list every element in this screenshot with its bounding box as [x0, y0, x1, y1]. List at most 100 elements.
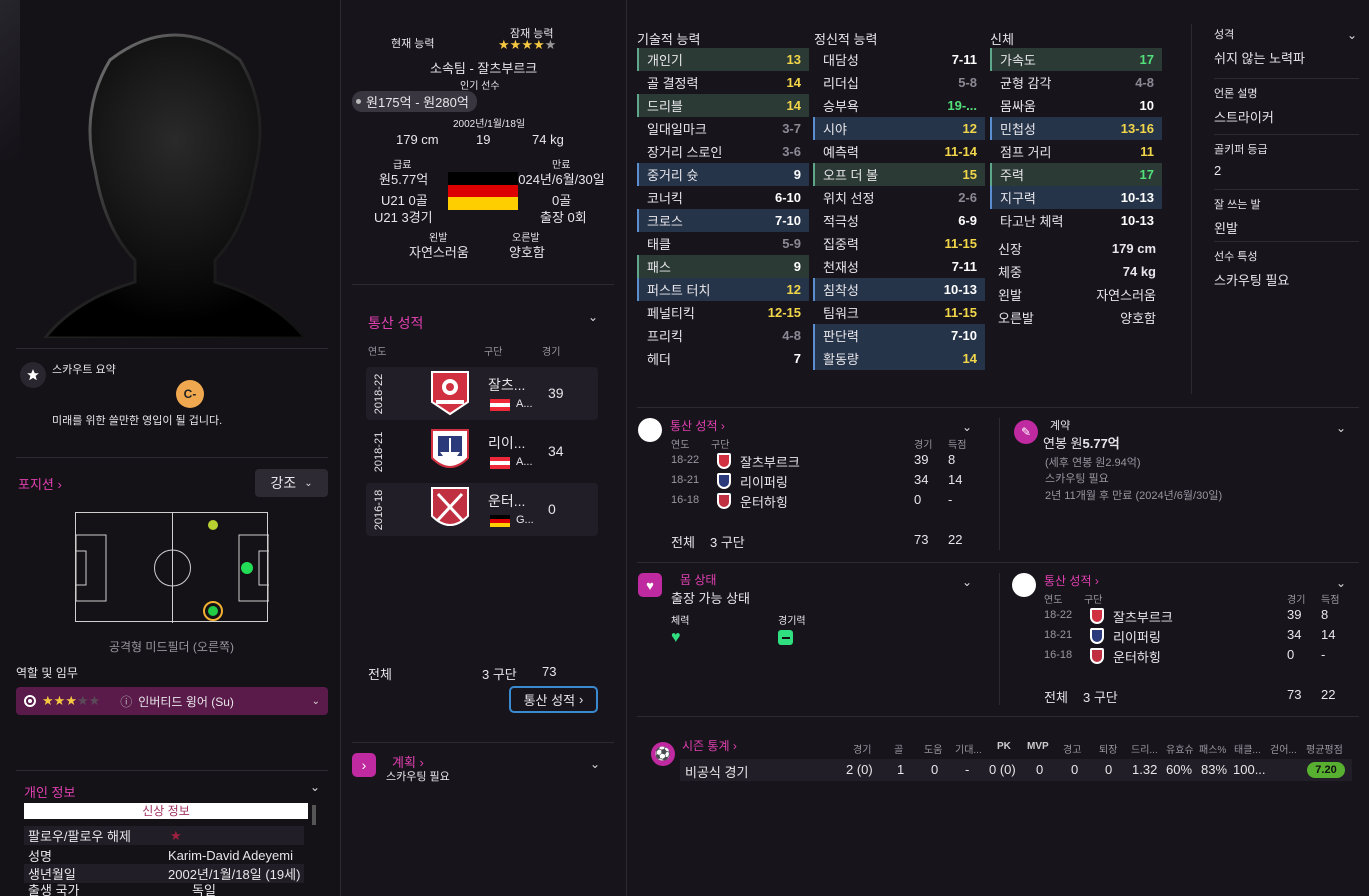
chevron-down-icon[interactable]: ⌄: [1347, 28, 1357, 42]
season-header[interactable]: 기대...: [955, 741, 982, 756]
season-header[interactable]: 패스%: [1199, 741, 1226, 756]
attribute-value: 6-10: [774, 190, 801, 205]
chevron-down-icon[interactable]: ⌄: [588, 310, 598, 324]
mental-row[interactable]: 리더십 5-8: [813, 71, 985, 94]
mental-row[interactable]: 집중력 11-15: [813, 232, 985, 255]
attribute-value: 17: [1139, 167, 1154, 182]
career-row[interactable]: 2016-18 운터... G... 0: [366, 483, 598, 536]
attribute-value: 17: [1139, 52, 1154, 67]
season-header[interactable]: MVP: [1027, 741, 1049, 752]
career-list-row[interactable]: 18-22 잘츠부르크 39 8: [1044, 606, 1344, 626]
physical-row[interactable]: 지구력 10-13: [990, 186, 1162, 209]
technical-row[interactable]: 드리블 14: [637, 94, 809, 117]
technical-row[interactable]: 골 결정력 14: [637, 71, 809, 94]
mental-row[interactable]: 대담성 7-11: [813, 48, 985, 71]
physical-row[interactable]: 균형 감각 4-8: [990, 71, 1162, 94]
career3-title-text: 통산 성적: [1044, 574, 1092, 588]
mental-row[interactable]: 천재성 7-11: [813, 255, 985, 278]
dob-value: 2002년/1월/18일 (19세): [168, 867, 301, 882]
season-header[interactable]: 도움: [924, 741, 942, 756]
physical-row[interactable]: 주력 17: [990, 163, 1162, 186]
personality-row[interactable]: 성격 쉬지 않는 노력파 ⌄: [1214, 26, 1359, 78]
chevron-down-icon[interactable]: ⌄: [962, 420, 972, 434]
physical-row[interactable]: 가속도 17: [990, 48, 1162, 71]
mental-row[interactable]: 팀워크 11-15: [813, 301, 985, 324]
follow-row[interactable]: 팔로우/팔로우 해제 ★: [24, 826, 304, 845]
mental-row[interactable]: 오프 더 볼 15: [813, 163, 985, 186]
season-value: 100...: [1233, 762, 1266, 777]
row-club: 잘츠부르크: [1113, 610, 1173, 625]
technical-row[interactable]: 일대일마크 3-7: [637, 117, 809, 140]
career2-title[interactable]: 통산 성적 ›: [670, 417, 725, 434]
season-header[interactable]: 태클...: [1234, 741, 1261, 756]
attribute-value: 14: [962, 351, 977, 366]
technical-row[interactable]: 패스 9: [637, 255, 809, 278]
career-title[interactable]: 통산 성적: [368, 313, 423, 333]
chevron-down-icon[interactable]: ⌄: [1336, 576, 1346, 590]
physical-row[interactable]: 몸싸움 10: [990, 94, 1162, 117]
technical-row[interactable]: 태클 5-9: [637, 232, 809, 255]
mental-row[interactable]: 활동량 14: [813, 347, 985, 370]
preferred-foot-row: 잘 쓰는 발 왼발: [1214, 189, 1359, 241]
mental-row[interactable]: 예측력 11-14: [813, 140, 985, 163]
attribute-value: 7-10: [950, 328, 977, 343]
career3-title[interactable]: 통산 성적 ›: [1044, 572, 1099, 589]
physical-info: 신장 179 cm 체중 74 kg 왼발 자연스러움 오른발 양호함: [990, 237, 1162, 329]
season-header[interactable]: 경고: [1063, 741, 1081, 756]
technical-row[interactable]: 코너킥 6-10: [637, 186, 809, 209]
mental-row[interactable]: 침착성 10-13: [813, 278, 985, 301]
season-header[interactable]: 퇴장: [1099, 741, 1117, 756]
mental-row[interactable]: 적극성 6-9: [813, 209, 985, 232]
chevron-down-icon[interactable]: ⌄: [1336, 421, 1346, 435]
technical-row[interactable]: 개인기 13: [637, 48, 809, 71]
physical-row[interactable]: 민첩성 13-16: [990, 117, 1162, 140]
scrollbar[interactable]: [312, 805, 316, 825]
attribute-name: 코너킥: [647, 191, 683, 206]
technical-row[interactable]: 중거리 슛 9: [637, 163, 809, 186]
technical-row[interactable]: 크로스 7-10: [637, 209, 809, 232]
career-list-row[interactable]: 18-21 리이퍼링 34 14: [671, 471, 971, 491]
emphasis-dropdown[interactable]: 강조 ⌄: [255, 469, 328, 497]
germany-flag: [448, 172, 518, 211]
position-link[interactable]: 포지션 ›: [18, 474, 62, 493]
technical-row[interactable]: 헤더 7: [637, 347, 809, 370]
chevron-down-icon[interactable]: ⌄: [962, 575, 972, 589]
mental-row[interactable]: 판단력 7-10: [813, 324, 985, 347]
mental-row[interactable]: 시야 12: [813, 117, 985, 140]
career-list-row[interactable]: 16-18 운터하힝 0 -: [1044, 646, 1344, 666]
physical-row[interactable]: 점프 거리 11: [990, 140, 1162, 163]
season-header[interactable]: 골: [894, 741, 903, 756]
career-list-row[interactable]: 16-18 운터하힝 0 -: [671, 491, 971, 511]
career-button[interactable]: 통산 성적 ›: [509, 686, 598, 713]
season-header[interactable]: 유효슈: [1166, 741, 1194, 756]
role-selector[interactable]: ★★★★★ ⓘ 인버티드 윙어 (Su) ⌄: [16, 687, 328, 715]
attribute-value: 3-7: [782, 121, 801, 136]
value-pill[interactable]: 원175억 - 원280억: [352, 91, 477, 112]
season-header[interactable]: 경기: [853, 741, 871, 756]
personal-info-tab[interactable]: 신상 정보: [24, 803, 308, 819]
career-row[interactable]: 2018-21 리이... A... 34: [366, 425, 598, 478]
physical-row[interactable]: 타고난 체력 10-13: [990, 209, 1162, 232]
chevron-down-icon[interactable]: ⌄: [310, 780, 320, 794]
season-header[interactable]: PK: [997, 741, 1011, 752]
career2-total-clubs: 3 구단: [710, 535, 745, 550]
mental-row[interactable]: 위치 선정 2-6: [813, 186, 985, 209]
career-list-row[interactable]: 18-21 리이퍼링 34 14: [1044, 626, 1344, 646]
career-list-row[interactable]: 18-22 잘츠부르크 39 8: [671, 451, 971, 471]
season-header[interactable]: 드리...: [1131, 741, 1158, 756]
career-row[interactable]: 2018-22 잘츠... A... 39: [366, 367, 598, 420]
technical-row[interactable]: 프리킥 4-8: [637, 324, 809, 347]
career3-header-goals: 득점: [1321, 595, 1340, 606]
season-header[interactable]: 평균평점: [1306, 741, 1343, 756]
season-header[interactable]: 걷어...: [1270, 741, 1297, 756]
personal-info-title[interactable]: 개인 정보: [24, 782, 75, 801]
weight: 74 kg: [532, 132, 564, 147]
star-icon[interactable]: ★: [170, 828, 182, 844]
row-apps: 34: [914, 472, 929, 487]
mental-row[interactable]: 승부욕 19-...: [813, 94, 985, 117]
attribute-name: 페널티킥: [647, 306, 695, 321]
technical-row[interactable]: 장거리 스로인 3-6: [637, 140, 809, 163]
fitness-title[interactable]: 몸 상태: [680, 571, 716, 588]
technical-row[interactable]: 퍼스트 터치 12: [637, 278, 809, 301]
technical-row[interactable]: 페널티킥 12-15: [637, 301, 809, 324]
